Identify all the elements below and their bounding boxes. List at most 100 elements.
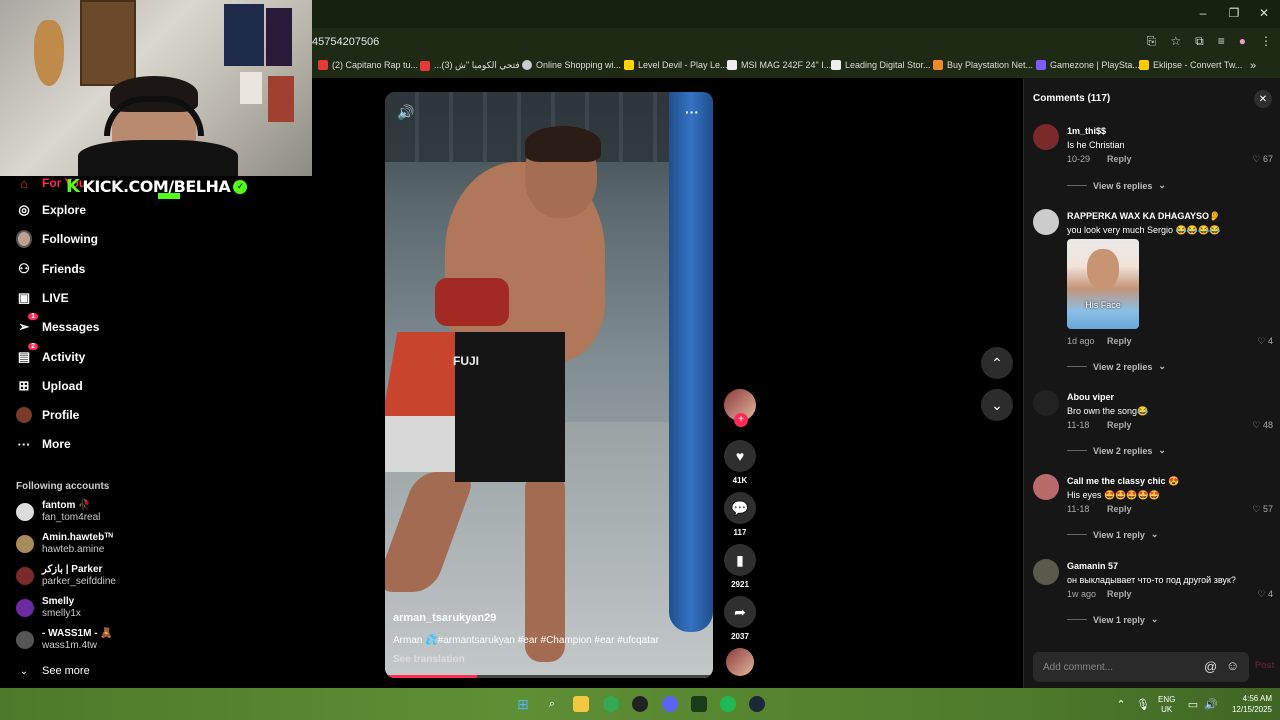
bookmark-icon[interactable]: ▮ xyxy=(724,544,756,576)
comment-user[interactable]: Gamanin 57 xyxy=(1067,561,1118,571)
sidebar-item-profile[interactable]: Profile xyxy=(16,407,79,423)
comment-input-box[interactable]: @ ☺ xyxy=(1033,652,1249,682)
account-item[interactable]: بازكر | Parker parker_seifddine xyxy=(16,564,116,588)
bookmark-item[interactable]: ...فتحي الكوميا "ش (3) xyxy=(420,60,520,71)
comment-user[interactable]: RAPPERKA WAX KA DHAGAYSO👂 xyxy=(1067,211,1220,222)
sidebar-item-explore[interactable]: ◎ Explore xyxy=(16,202,86,218)
menu-icon[interactable]: ⋮ xyxy=(1260,34,1272,49)
system-clock[interactable]: 4:56 AM 12/15/2025 xyxy=(1232,693,1272,715)
next-video-button[interactable]: ⌄ xyxy=(981,389,1013,421)
sidebar-item-live[interactable]: ▣ LIVE xyxy=(16,290,69,306)
comment-like-button[interactable]: ♡ 48 xyxy=(1252,420,1273,431)
account-item[interactable]: fantom 🥀 fan_tom4real xyxy=(16,500,100,524)
file-explorer-icon[interactable] xyxy=(573,696,589,712)
post-button[interactable]: Post xyxy=(1255,660,1275,670)
avatar[interactable] xyxy=(1033,390,1059,416)
discord-icon[interactable] xyxy=(662,696,678,712)
restore-button[interactable]: ❐ xyxy=(1224,6,1244,20)
cast-icon[interactable]: ⎘ xyxy=(1147,34,1157,49)
view-replies-button[interactable]: View 2 replies ⌄ xyxy=(1067,361,1166,372)
creator-avatar-button[interactable]: + xyxy=(722,389,758,427)
comment-like-button[interactable]: ♡ 4 xyxy=(1257,336,1273,347)
avatar[interactable] xyxy=(1033,559,1059,585)
bookmark-item[interactable]: Level Devil - Play Le... xyxy=(624,60,728,70)
search-icon[interactable]: ⌕ xyxy=(544,696,560,712)
comment-input[interactable] xyxy=(1041,659,1191,675)
bookmark-item[interactable]: Online Shopping wi... xyxy=(522,60,621,70)
microphone-icon[interactable]: 🎙 xyxy=(1135,696,1151,712)
steam-icon[interactable] xyxy=(749,696,765,712)
follow-plus-icon[interactable]: + xyxy=(734,413,748,427)
bookmark-item[interactable]: MSI MAG 242F 24" I... xyxy=(727,60,831,70)
video-author[interactable]: arman_tsarukyan29 xyxy=(393,612,496,624)
see-more-button[interactable]: ⌄ See more xyxy=(16,663,90,679)
media-icon[interactable]: ≡ xyxy=(1218,34,1225,49)
comment-like-button[interactable]: ♡ 67 xyxy=(1252,154,1273,165)
chrome-icon[interactable] xyxy=(603,696,619,712)
windows-start-icon[interactable]: ⊞ xyxy=(515,696,531,712)
save-action[interactable]: ▮ 2921 xyxy=(722,544,758,589)
music-disc-button[interactable] xyxy=(722,648,758,676)
view-replies-button[interactable]: View 6 replies ⌄ xyxy=(1067,180,1166,191)
comment-action[interactable]: 💬 117 xyxy=(722,492,758,537)
account-item[interactable]: Smelly smelly1x xyxy=(16,596,81,620)
bookmark-item[interactable]: Eklipse - Convert Tw... xyxy=(1139,60,1242,70)
view-replies-button[interactable]: View 1 reply ⌄ xyxy=(1067,614,1158,625)
tray-chevron-up-icon[interactable]: ⌃ xyxy=(1113,696,1129,712)
account-item[interactable]: - WASS1M - 🧸 wass1m.4tw xyxy=(16,628,113,652)
share-icon[interactable]: ➦ xyxy=(724,596,756,628)
bookmark-item[interactable]: Leading Digital Stor... xyxy=(831,60,931,70)
avatar[interactable] xyxy=(1033,209,1059,235)
reply-button[interactable]: Reply xyxy=(1107,420,1132,430)
volume-icon[interactable]: 🔊 xyxy=(1203,696,1219,712)
language-indicator[interactable]: ENG UK xyxy=(1158,695,1175,715)
see-translation-link[interactable]: See translation xyxy=(393,654,465,665)
video-player[interactable]: FUJI 🔊 ··· arman_tsarukyan29 Arman 💦#arm… xyxy=(385,92,713,678)
sidebar-item-more[interactable]: ··· More xyxy=(16,436,71,452)
volume-icon[interactable]: 🔊 xyxy=(397,104,414,121)
account-item[interactable]: Amin.hawtebᵀᴺ hawteb.amine xyxy=(16,532,113,556)
sidebar-item-upload[interactable]: ⊞ Upload xyxy=(16,378,83,394)
bookmarks-overflow-button[interactable]: » xyxy=(1250,60,1256,72)
close-comments-button[interactable]: ✕ xyxy=(1254,90,1272,108)
spotify-icon[interactable] xyxy=(720,696,736,712)
mention-icon[interactable]: @ xyxy=(1204,659,1217,674)
share-action[interactable]: ➦ 2037 xyxy=(722,596,758,641)
reply-button[interactable]: Reply xyxy=(1107,504,1132,514)
previous-video-button[interactable]: ⌃ xyxy=(981,347,1013,379)
close-window-button[interactable]: ✕ xyxy=(1254,6,1274,20)
reply-button[interactable]: Reply xyxy=(1107,589,1132,599)
like-action[interactable]: ♥ 41K xyxy=(722,440,758,485)
comment-image[interactable]: His Face xyxy=(1067,239,1139,329)
comment-user[interactable]: Call me the classy chic 😍 xyxy=(1067,476,1179,487)
comment-user[interactable]: 1m_thi$$ xyxy=(1067,126,1106,136)
comment-like-button[interactable]: ♡ 57 xyxy=(1252,504,1273,515)
comment-icon[interactable]: 💬 xyxy=(724,492,756,524)
view-replies-button[interactable]: View 2 replies ⌄ xyxy=(1067,445,1166,456)
profile-icon[interactable]: ● xyxy=(1239,34,1246,49)
sidebar-item-friends[interactable]: ⚇ Friends xyxy=(16,261,85,277)
app-icon[interactable] xyxy=(691,696,707,712)
minimize-button[interactable]: – xyxy=(1193,6,1213,20)
bookmark-item[interactable]: Gamezone | PlaySta... xyxy=(1036,60,1140,70)
avatar[interactable] xyxy=(1033,124,1059,150)
more-options-icon[interactable]: ··· xyxy=(685,104,699,120)
sidebar-item-messages[interactable]: ➢ 1 Messages xyxy=(16,313,99,335)
url-text[interactable]: 45754207506 xyxy=(312,36,379,48)
reply-button[interactable]: Reply xyxy=(1107,336,1132,346)
sidebar-item-activity[interactable]: ▤ 2 Activity xyxy=(16,343,85,365)
obs-icon[interactable] xyxy=(632,696,648,712)
view-replies-button[interactable]: View 1 reply ⌄ xyxy=(1067,529,1158,540)
heart-icon[interactable]: ♥ xyxy=(724,440,756,472)
emoji-icon[interactable]: ☺ xyxy=(1226,658,1239,673)
bookmark-item[interactable]: (2) Capitano Rap tu... xyxy=(318,60,418,70)
avatar[interactable] xyxy=(1033,474,1059,500)
bookmark-item[interactable]: Buy Playstation Net... xyxy=(933,60,1033,70)
extensions-icon[interactable]: ⧉ xyxy=(1195,34,1204,49)
reply-button[interactable]: Reply xyxy=(1107,154,1132,164)
sidebar-item-following[interactable]: Following xyxy=(16,230,98,248)
bookmark-star-icon[interactable]: ☆ xyxy=(1170,34,1181,49)
comment-user[interactable]: Abou viper xyxy=(1067,392,1114,402)
comment-like-button[interactable]: ♡ 4 xyxy=(1257,589,1273,600)
network-icon[interactable]: ▭ xyxy=(1185,696,1201,712)
